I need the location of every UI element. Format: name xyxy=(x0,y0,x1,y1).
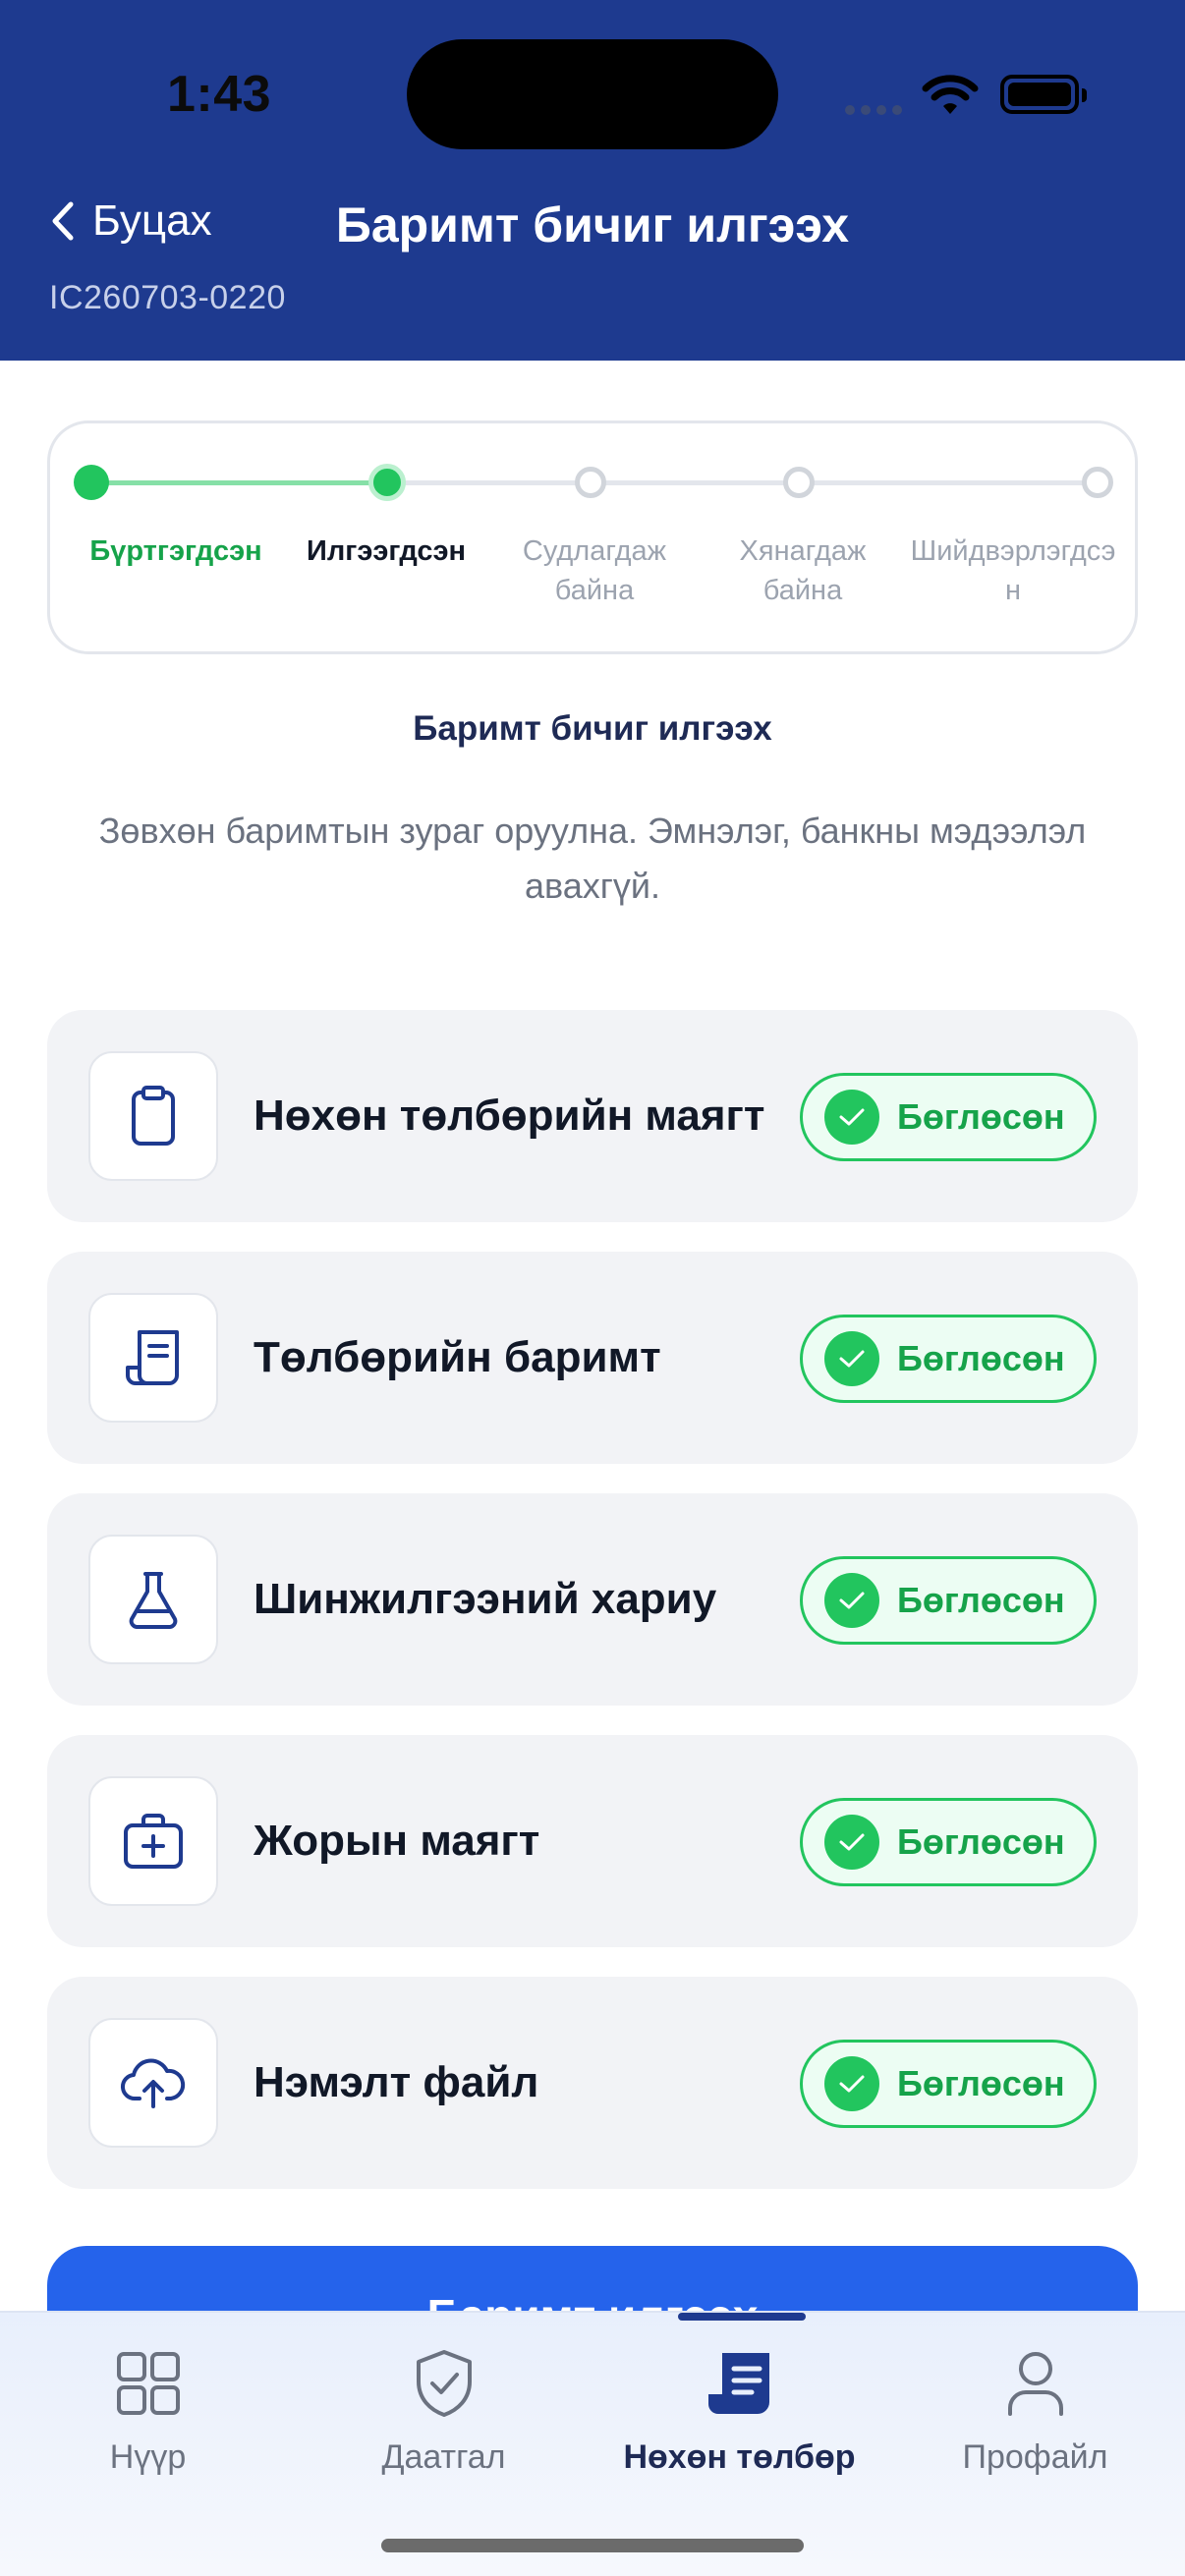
receipt-icon xyxy=(88,1293,218,1423)
status-badge: Бөглөсөн xyxy=(800,1315,1097,1403)
signal-icon xyxy=(845,102,908,120)
progress-stepper: Бүртгэгдсэн Илгээгдсэн Судлагдаж байна Х… xyxy=(47,420,1138,654)
tab-label: Даатгал xyxy=(381,2438,506,2476)
tab-label: Нөхөн төлбөр xyxy=(623,2438,856,2476)
status-text: Бөглөсөн xyxy=(897,1338,1065,1378)
check-icon xyxy=(824,1331,879,1386)
status-text: Бөглөсөн xyxy=(897,1821,1065,1862)
check-icon xyxy=(824,1573,879,1628)
step-label-4: Хянагдаж байна xyxy=(739,535,867,606)
section-title: Баримт бичиг илгээх xyxy=(413,709,772,748)
stepper-track-pending xyxy=(386,480,1100,485)
shield-check-icon xyxy=(296,2344,592,2423)
grid-icon xyxy=(0,2344,296,2423)
document-item-additional-file[interactable]: Нэмэлт файл Бөглөсөн xyxy=(47,1977,1138,2189)
step-dot-4 xyxy=(783,467,815,498)
document-label: Нөхөн төлбөрийн маягт xyxy=(254,1092,765,1140)
document-item-receipt[interactable]: Төлбөрийн баримт Бөглөсөн xyxy=(47,1252,1138,1464)
tab-label: Нүүр xyxy=(109,2438,187,2476)
step-label-3: Судлагдаж байна xyxy=(522,535,667,606)
active-tab-indicator xyxy=(678,2313,806,2321)
status-text: Бөглөсөн xyxy=(897,1580,1065,1620)
step-label-1: Бүртгэгдсэн xyxy=(89,535,262,567)
document-label: Төлбөрийн баримт xyxy=(254,1333,661,1381)
status-text: Бөглөсөн xyxy=(897,1096,1065,1137)
check-icon xyxy=(824,2056,879,2111)
stepper-track-done xyxy=(91,480,386,485)
status-time: 1:43 xyxy=(167,66,272,123)
tab-label: Профайл xyxy=(962,2438,1108,2476)
flask-icon xyxy=(88,1535,218,1664)
battery-icon xyxy=(1000,75,1087,114)
step-dot-5 xyxy=(1082,467,1113,498)
claim-document-icon xyxy=(592,2344,887,2423)
step-label-5: Шийдвэрлэгдсэн xyxy=(910,535,1116,606)
home-indicator xyxy=(381,2539,804,2552)
wifi-icon xyxy=(922,75,979,114)
step-label-2: Илгээгдсэн xyxy=(306,535,467,567)
check-icon xyxy=(824,1815,879,1870)
section-description: Зөвхөн баримтын зураг оруулна. Эмнэлэг, … xyxy=(98,811,1087,906)
status-badge: Бөглөсөн xyxy=(800,1556,1097,1645)
step-dot-1 xyxy=(74,465,109,500)
check-icon xyxy=(824,1090,879,1145)
status-text: Бөглөсөн xyxy=(897,2063,1065,2103)
tab-bar: Нүүр Даатгал Нөхөн төлбөр Профайл xyxy=(0,2311,1185,2576)
user-icon xyxy=(887,2344,1183,2423)
claim-id: IC260703-0220 xyxy=(49,279,286,316)
clipboard-icon xyxy=(88,1051,218,1181)
status-badge: Бөглөсөн xyxy=(800,2040,1097,2128)
tab-profile[interactable]: Профайл xyxy=(887,2344,1183,2477)
medical-kit-icon xyxy=(88,1776,218,1906)
document-item-prescription[interactable]: Жорын маягт Бөглөсөн xyxy=(47,1735,1138,1947)
tab-insurance[interactable]: Даатгал xyxy=(296,2344,592,2477)
document-label: Нэмэлт файл xyxy=(254,2058,539,2106)
step-dot-3 xyxy=(575,467,606,498)
status-badge: Бөглөсөн xyxy=(800,1798,1097,1886)
document-label: Шинжилгээний хариу xyxy=(254,1575,717,1623)
tab-home[interactable]: Нүүр xyxy=(0,2344,296,2477)
cloud-upload-icon xyxy=(88,2018,218,2148)
tab-claims[interactable]: Нөхөн төлбөр xyxy=(592,2344,887,2477)
document-item-lab-results[interactable]: Шинжилгээний хариу Бөглөсөн xyxy=(47,1493,1138,1706)
page-title: Баримт бичиг илгээх xyxy=(335,197,850,252)
status-badge: Бөглөсөн xyxy=(800,1073,1097,1161)
document-label: Жорын маягт xyxy=(254,1817,540,1865)
document-item-claim-form[interactable]: Нөхөн төлбөрийн маягт Бөглөсөн xyxy=(47,1010,1138,1222)
step-dot-2 xyxy=(368,464,406,501)
dynamic-island xyxy=(407,39,778,149)
